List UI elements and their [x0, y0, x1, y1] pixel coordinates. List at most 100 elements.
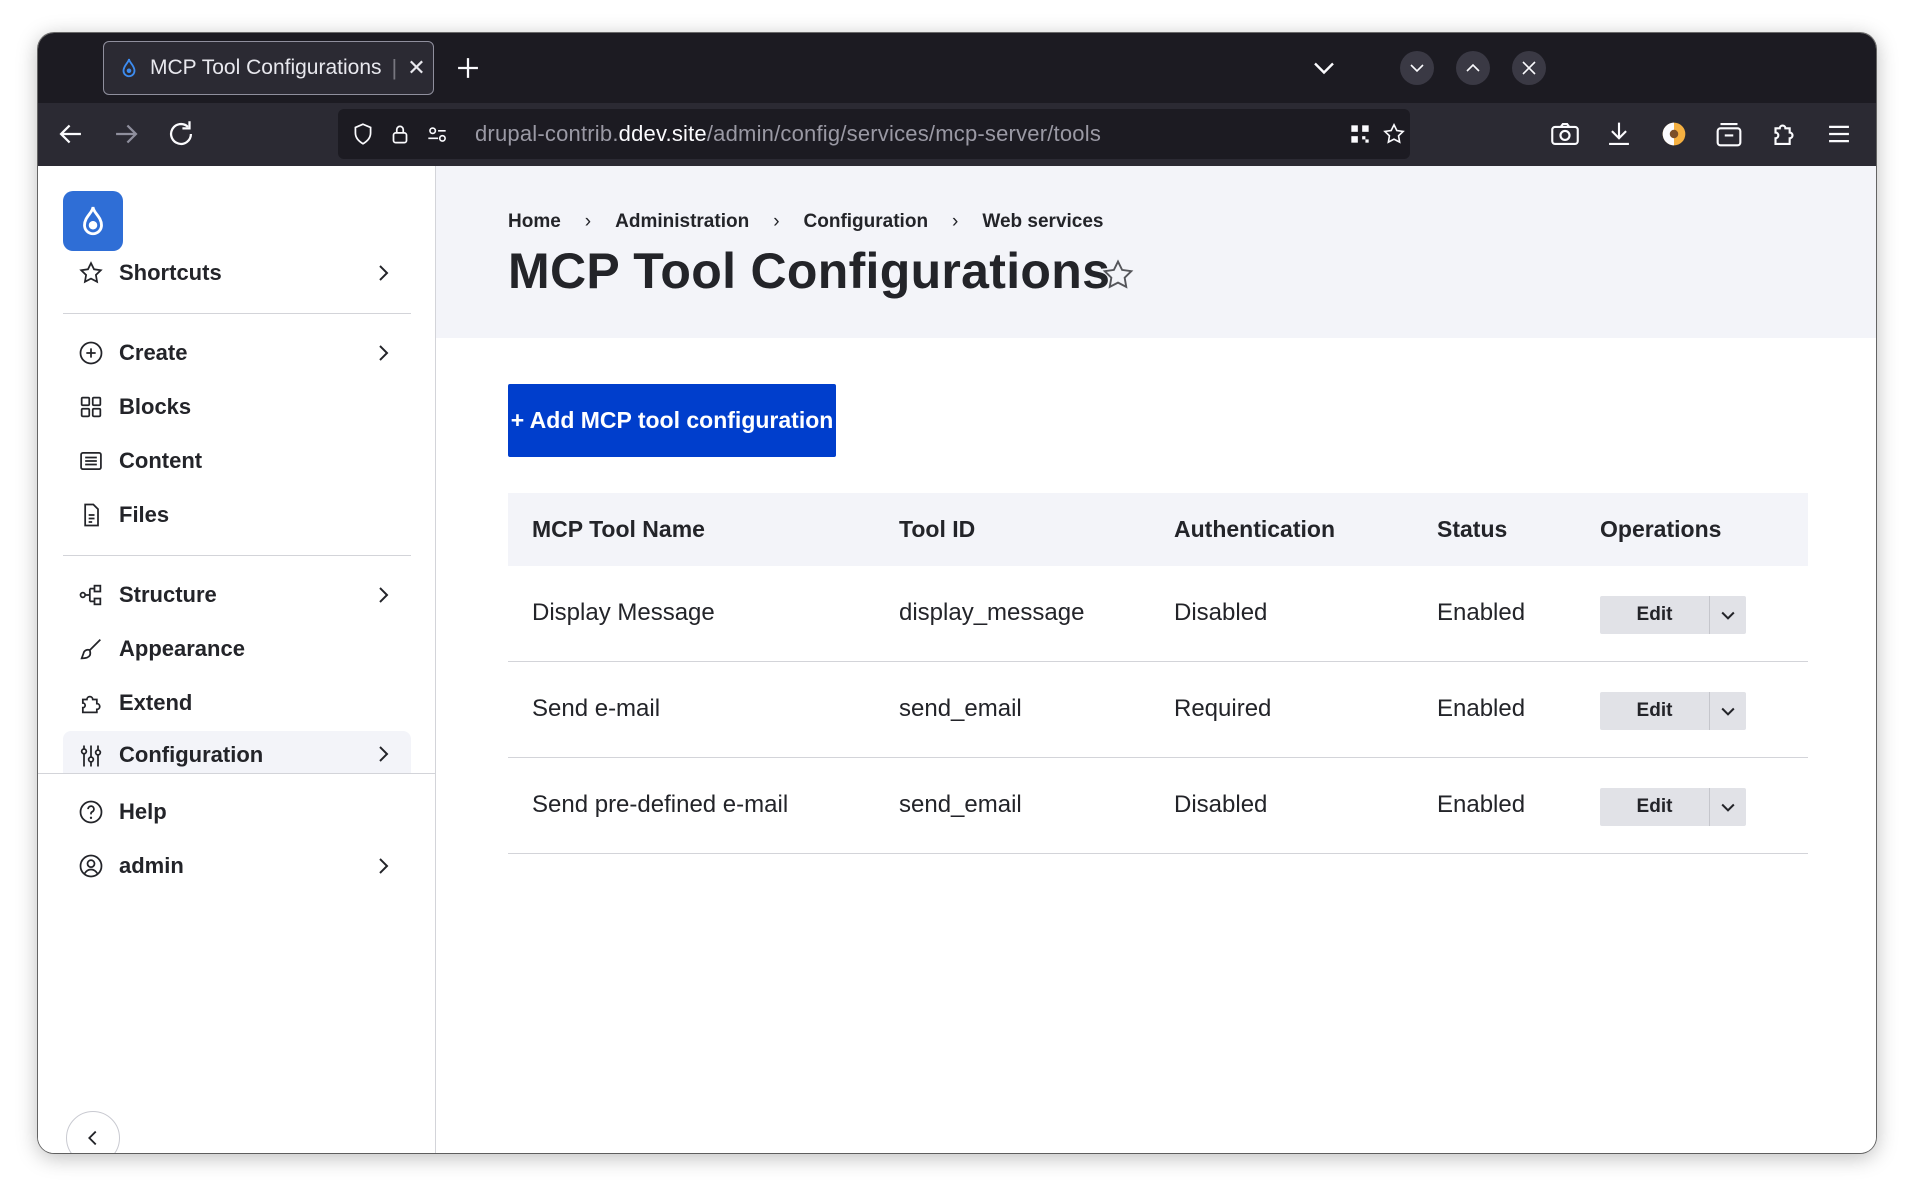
drupal-drop-icon [83, 206, 103, 236]
drupal-admin: Shortcuts Create Blocks Content Files St… [38, 166, 1876, 1153]
brush-icon [80, 639, 101, 660]
browser-window: MCP Tool Configurations | ✕ drupal-contr… [38, 33, 1876, 1153]
url-prefix: drupal-contrib. [475, 121, 619, 146]
cell-status: Enabled [1437, 599, 1526, 626]
breadcrumb: Home › Administration › Configuration › … [508, 211, 1104, 233]
sidebar-item-label: Create [119, 340, 188, 365]
forward-icon[interactable] [109, 117, 143, 151]
breadcrumb-separator: › [584, 211, 592, 232]
browser-tab[interactable]: MCP Tool Configurations | ✕ [103, 41, 434, 95]
chevron-left-icon [88, 1130, 97, 1146]
tool-configurations-table: MCP Tool Name Tool ID Authentication Sta… [508, 493, 1808, 854]
chevron-down-icon [1721, 611, 1735, 620]
column-header-status: Status [1437, 516, 1508, 542]
sidebar-item-label: Configuration [119, 742, 264, 767]
downloads-icon[interactable] [1602, 117, 1636, 151]
drupal-logo[interactable] [63, 191, 123, 251]
page-header: Home › Administration › Configuration › … [436, 166, 1876, 338]
sidebar-item-help[interactable]: Help [63, 786, 411, 838]
chevron-right-icon [379, 587, 389, 603]
collapse-sidebar-button[interactable] [66, 1111, 120, 1153]
tab-strip: MCP Tool Configurations | ✕ [38, 33, 1876, 103]
cell-tool-id: send_email [899, 791, 1022, 818]
edit-button[interactable]: Edit [1600, 596, 1710, 634]
breadcrumb-web-services[interactable]: Web services [982, 211, 1103, 233]
tab-close-icon[interactable]: ✕ [407, 55, 425, 81]
blocks-grid-icon [80, 396, 102, 418]
list-all-tabs-icon[interactable] [1306, 50, 1342, 86]
sidebar-item-files[interactable]: Files [63, 489, 411, 541]
cell-tool-name: Send pre-defined e-mail [532, 791, 789, 818]
chevron-right-icon [379, 858, 389, 874]
column-header-authentication: Authentication [1174, 516, 1335, 542]
edit-button[interactable]: Edit [1600, 788, 1710, 826]
table-row: Send pre-defined e-mail send_email Disab… [508, 758, 1808, 854]
operations-toggle-button[interactable] [1710, 788, 1746, 826]
plus-circle-icon [79, 341, 103, 365]
sidebar-item-label: Content [119, 448, 203, 473]
chevron-right-icon [379, 746, 389, 762]
table-row: Send e-mail send_email Required Enabled … [508, 662, 1808, 758]
extensions-puzzle-icon[interactable] [1767, 117, 1801, 151]
table-row: Display Message display_message Disabled… [508, 566, 1808, 662]
cell-tool-id: display_message [899, 599, 1085, 626]
puzzle-icon [81, 695, 101, 714]
column-header-name: MCP Tool Name [532, 516, 705, 542]
sidebar-item-structure[interactable]: Structure [63, 569, 411, 621]
back-icon[interactable] [54, 117, 88, 151]
sidebar-item-blocks[interactable]: Blocks [63, 381, 411, 433]
chevron-down-icon [1721, 707, 1735, 716]
sidebar-item-label: Files [119, 502, 170, 527]
navigation-toolbar: drupal-contrib.ddev.site/admin/config/se… [38, 103, 1876, 166]
sidebar-item-label: Appearance [119, 636, 245, 661]
cell-authentication: Disabled [1174, 791, 1268, 818]
extension-avatar-icon[interactable] [1657, 117, 1691, 151]
close-window-icon[interactable] [1511, 50, 1547, 86]
maximize-icon[interactable] [1455, 50, 1491, 86]
sidebar-item-label: Blocks [119, 394, 192, 419]
url-bar[interactable]: drupal-contrib.ddev.site/admin/config/se… [338, 109, 1410, 159]
sidebar-item-label: Help [119, 799, 167, 824]
minimize-icon[interactable] [1399, 50, 1435, 86]
operations-dropbutton: Edit [1600, 596, 1746, 634]
structure-icon [79, 584, 102, 606]
sliders-icon [80, 745, 102, 767]
operations-dropbutton: Edit [1600, 788, 1746, 826]
breadcrumb-home[interactable]: Home [508, 211, 561, 233]
edit-button[interactable]: Edit [1600, 692, 1710, 730]
sidebar-item-shortcuts[interactable]: Shortcuts [63, 247, 411, 299]
qr-code-icon[interactable] [1347, 121, 1373, 147]
sidebar-item-extend[interactable]: Extend [63, 677, 411, 729]
new-tab-icon[interactable] [451, 51, 485, 85]
breadcrumb-administration[interactable]: Administration [615, 211, 749, 233]
column-header-tool-id: Tool ID [899, 516, 976, 542]
shield-icon[interactable] [350, 121, 376, 147]
breadcrumb-configuration[interactable]: Configuration [804, 211, 929, 233]
sidebar-item-configuration[interactable]: Configuration [63, 731, 411, 773]
add-shortcut-star-icon[interactable] [1099, 256, 1137, 294]
sidebar-item-content[interactable]: Content [63, 435, 411, 487]
screenshot-icon[interactable] [1548, 117, 1582, 151]
add-mcp-tool-configuration-button[interactable]: + Add MCP tool configuration [508, 384, 836, 457]
sidebar-item-create[interactable]: Create [63, 327, 411, 379]
operations-dropbutton: Edit [1600, 692, 1746, 730]
url-text[interactable]: drupal-contrib.ddev.site/admin/config/se… [475, 121, 1101, 147]
sidebar-item-admin[interactable]: admin [63, 840, 411, 892]
operations-toggle-button[interactable] [1710, 692, 1746, 730]
hamburger-menu-icon[interactable] [1822, 117, 1856, 151]
tab-separator: | [391, 55, 398, 80]
tab-container-icon[interactable] [1712, 117, 1746, 151]
bookmark-star-icon[interactable] [1381, 121, 1407, 147]
url-path: /admin/config/services/mcp-server/tools [706, 121, 1102, 146]
admin-sidebar: Shortcuts Create Blocks Content Files St… [38, 166, 436, 1153]
operations-toggle-button[interactable] [1710, 596, 1746, 634]
tab-title: MCP Tool Configurations [150, 56, 382, 79]
permissions-icon[interactable] [424, 121, 450, 147]
chevron-right-icon [379, 265, 389, 281]
lock-icon[interactable] [387, 121, 413, 147]
reload-icon[interactable] [164, 117, 198, 151]
sidebar-item-label: admin [119, 853, 184, 878]
sidebar-item-appearance[interactable]: Appearance [63, 623, 411, 675]
cell-status: Enabled [1437, 791, 1526, 818]
user-icon [79, 854, 103, 878]
